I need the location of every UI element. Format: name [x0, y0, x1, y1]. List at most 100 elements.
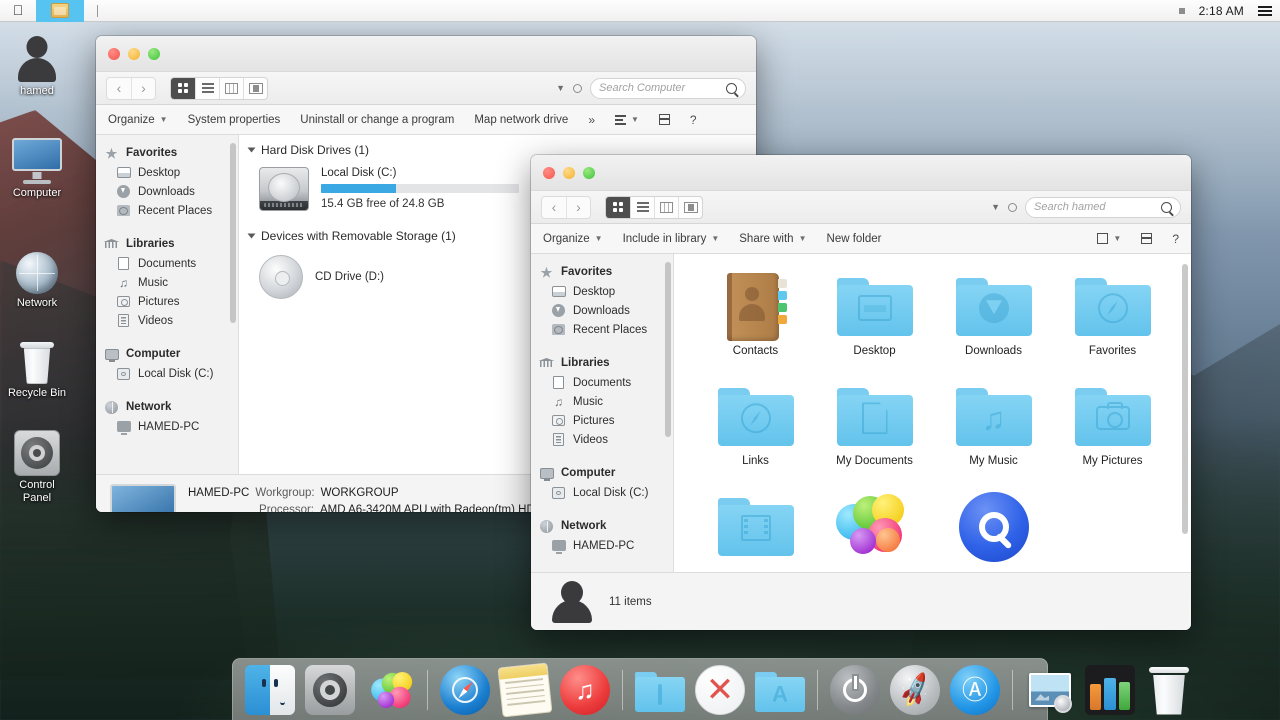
back-button[interactable]: ‹ — [542, 197, 566, 218]
forward-button[interactable]: › — [566, 197, 590, 218]
list-view-button[interactable] — [195, 78, 219, 99]
sidebar-item-hamed-pc[interactable]: HAMED-PC — [96, 417, 238, 436]
minimize-button[interactable] — [128, 48, 140, 60]
active-app-tile[interactable] — [36, 0, 84, 22]
sidebar-item-pictures[interactable]: Pictures — [531, 411, 673, 430]
sidebar-header-favorites[interactable]: ★ Favorites — [531, 262, 673, 282]
file-item-my-pictures[interactable]: My Pictures — [1053, 380, 1172, 490]
new-folder-button[interactable]: New folder — [827, 233, 882, 245]
coverflow-view-button[interactable] — [243, 78, 267, 99]
sidebar-item-recent-places[interactable]: Recent Places — [96, 201, 238, 220]
list-menu-icon[interactable] — [1258, 6, 1272, 16]
dock-item-documents-folder[interactable] — [635, 672, 685, 714]
desktop-icon-hamed[interactable]: hamed — [0, 28, 80, 98]
organize-button[interactable]: Organize▼ — [108, 114, 168, 126]
share-with-button[interactable]: Share with▼ — [739, 233, 806, 245]
sidebar-item-videos[interactable]: Videos — [96, 311, 238, 330]
file-item-my-music[interactable]: ♫ My Music — [934, 380, 1053, 490]
file-item-favorites[interactable]: Favorites — [1053, 270, 1172, 380]
status-dot[interactable] — [1179, 8, 1185, 14]
sidebar-item-music[interactable]: ♫ Music — [96, 273, 238, 292]
dock-item-preview[interactable] — [1025, 665, 1075, 715]
file-item-my-videos[interactable] — [696, 490, 815, 572]
file-item-links[interactable]: Links — [696, 380, 815, 490]
zoom-button[interactable] — [583, 167, 595, 179]
dock-item-finder[interactable] — [245, 665, 295, 715]
action-gear-icon[interactable] — [1008, 203, 1017, 212]
sidebar-scrollbar[interactable] — [230, 143, 236, 323]
sidebar-scrollbar[interactable] — [665, 262, 671, 437]
dock-item-x-app[interactable]: ✕ — [695, 665, 745, 715]
sidebar-header-libraries[interactable]: Libraries — [96, 234, 238, 254]
window-hamed-sidebar[interactable]: ★ Favorites Desktop Downloads Recent Pla… — [531, 254, 674, 572]
sidebar-header-computer[interactable]: Computer — [96, 344, 238, 364]
disclosure-triangle-icon[interactable] — [248, 148, 256, 153]
action-gear-icon[interactable] — [573, 84, 582, 93]
file-item-desktop[interactable]: Desktop — [815, 270, 934, 380]
desktop-icon-network[interactable]: Network — [0, 240, 80, 310]
search-input[interactable]: Search Computer — [590, 78, 746, 99]
sidebar-header-network[interactable]: Network — [96, 397, 238, 417]
window-hamed[interactable]: ‹ › ▼ Search hamed Organize▼ Include in … — [531, 155, 1191, 630]
file-item-my-documents[interactable]: My Documents — [815, 380, 934, 490]
sidebar-header-computer[interactable]: Computer — [531, 463, 673, 483]
dock-item-shut-down[interactable] — [830, 665, 880, 715]
file-item-downloads[interactable]: Downloads — [934, 270, 1053, 380]
sidebar-item-recent-places[interactable]: Recent Places — [531, 320, 673, 339]
uninstall-program-button[interactable]: Uninstall or change a program — [300, 114, 454, 126]
sidebar-item-local-disk[interactable]: Local Disk (C:) — [531, 483, 673, 502]
dock-item-mission-control[interactable] — [1085, 665, 1135, 715]
back-button[interactable]: ‹ — [107, 78, 131, 99]
column-view-button[interactable] — [219, 78, 243, 99]
zoom-button[interactable] — [148, 48, 160, 60]
change-view-button[interactable]: ▼ — [1097, 233, 1121, 244]
window-hamed-content[interactable]: Contacts Desktop Downloads — [674, 254, 1191, 572]
sidebar-item-hamed-pc[interactable]: HAMED-PC — [531, 536, 673, 555]
desktop-icon-computer[interactable]: Computer — [0, 130, 80, 200]
sidebar-item-videos[interactable]: Videos — [531, 430, 673, 449]
sidebar-header-libraries[interactable]: Libraries — [531, 353, 673, 373]
dock-item-applications-folder[interactable]: A — [755, 672, 805, 714]
menu-clock[interactable]: 2:18 AM — [1199, 4, 1244, 18]
system-properties-button[interactable]: System properties — [188, 114, 281, 126]
sidebar-header-favorites[interactable]: ★ Favorites — [96, 143, 238, 163]
sidebar-item-desktop[interactable]: Desktop — [531, 282, 673, 301]
desktop-icon-recycle-bin[interactable]: Recycle Bin — [0, 330, 80, 400]
dock-item-itunes[interactable]: ♫ — [560, 665, 610, 715]
sidebar-item-pictures[interactable]: Pictures — [96, 292, 238, 311]
dock-item-system-preferences[interactable] — [305, 665, 355, 715]
file-item-bubbles[interactable] — [815, 490, 934, 572]
content-scrollbar[interactable] — [1182, 264, 1188, 534]
column-view-button[interactable] — [654, 197, 678, 218]
dock-item-launchpad[interactable]: 🚀 — [890, 665, 940, 715]
sidebar-item-desktop[interactable]: Desktop — [96, 163, 238, 182]
dock-item-trash[interactable] — [1147, 665, 1191, 715]
dock-item-photos[interactable] — [365, 665, 415, 715]
dock-item-app-store[interactable]: Ⓐ — [950, 665, 1000, 715]
map-network-drive-button[interactable]: Map network drive — [474, 114, 568, 126]
desktop-icon-control-panel[interactable]: ControlPanel — [0, 422, 80, 505]
sidebar-header-network[interactable]: Network — [531, 516, 673, 536]
disclosure-triangle-icon[interactable] — [248, 234, 256, 239]
dock-item-notes[interactable] — [498, 662, 553, 717]
list-view-button[interactable] — [630, 197, 654, 218]
window-computer-titlebar[interactable] — [96, 36, 756, 72]
apple-menu-icon[interactable]:  — [0, 3, 36, 19]
change-view-button[interactable]: ▼ — [615, 115, 639, 125]
close-button[interactable] — [543, 167, 555, 179]
icon-view-button[interactable] — [606, 197, 630, 218]
sidebar-item-downloads[interactable]: Downloads — [96, 182, 238, 201]
preview-pane-button[interactable] — [1141, 233, 1152, 244]
search-input[interactable]: Search hamed — [1025, 197, 1181, 218]
sidebar-item-music[interactable]: ♫ Music — [531, 392, 673, 411]
organize-button[interactable]: Organize▼ — [543, 233, 603, 245]
file-item-searches[interactable] — [934, 490, 1053, 572]
dock-item-safari[interactable] — [440, 665, 490, 715]
close-button[interactable] — [108, 48, 120, 60]
sidebar-item-documents[interactable]: Documents — [96, 254, 238, 273]
help-button[interactable]: ? — [1172, 232, 1179, 246]
preview-pane-button[interactable] — [659, 114, 670, 125]
window-computer-sidebar[interactable]: ★ Favorites Desktop Downloads Recent Pla… — [96, 135, 239, 474]
minimize-button[interactable] — [563, 167, 575, 179]
sidebar-item-downloads[interactable]: Downloads — [531, 301, 673, 320]
